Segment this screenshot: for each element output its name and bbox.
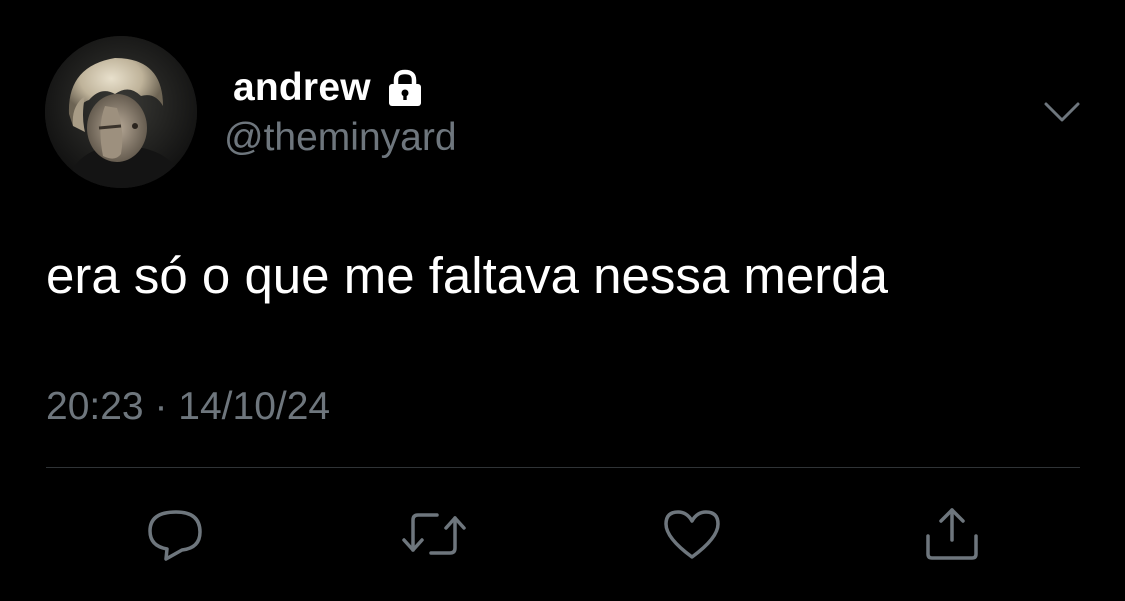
share-button[interactable]: [922, 504, 982, 564]
heart-icon: [662, 504, 722, 564]
user-handle[interactable]: @theminyard: [224, 116, 457, 160]
tweet: andrew @theminyard era só o que me falta…: [0, 0, 1125, 601]
meta-separator: ·: [154, 385, 168, 428]
user-name-row: andrew: [233, 64, 425, 112]
avatar-photo: [45, 36, 197, 188]
reply-icon: [146, 504, 206, 564]
chevron-down-icon[interactable]: [1042, 98, 1082, 128]
tweet-time[interactable]: 20:23: [46, 385, 144, 428]
like-button[interactable]: [662, 504, 722, 564]
share-icon: [922, 504, 982, 564]
display-name[interactable]: andrew: [233, 66, 371, 110]
lock-icon: [385, 68, 425, 108]
tweet-date[interactable]: 14/10/24: [178, 385, 330, 428]
tweet-text: era só o que me faltava nessa merda: [46, 247, 888, 304]
divider: [46, 467, 1080, 468]
tweet-meta: 20:23 · 14/10/24: [46, 385, 330, 429]
avatar[interactable]: [45, 36, 197, 188]
retweet-icon: [401, 504, 466, 564]
reply-button[interactable]: [146, 504, 206, 564]
retweet-button[interactable]: [401, 504, 466, 564]
